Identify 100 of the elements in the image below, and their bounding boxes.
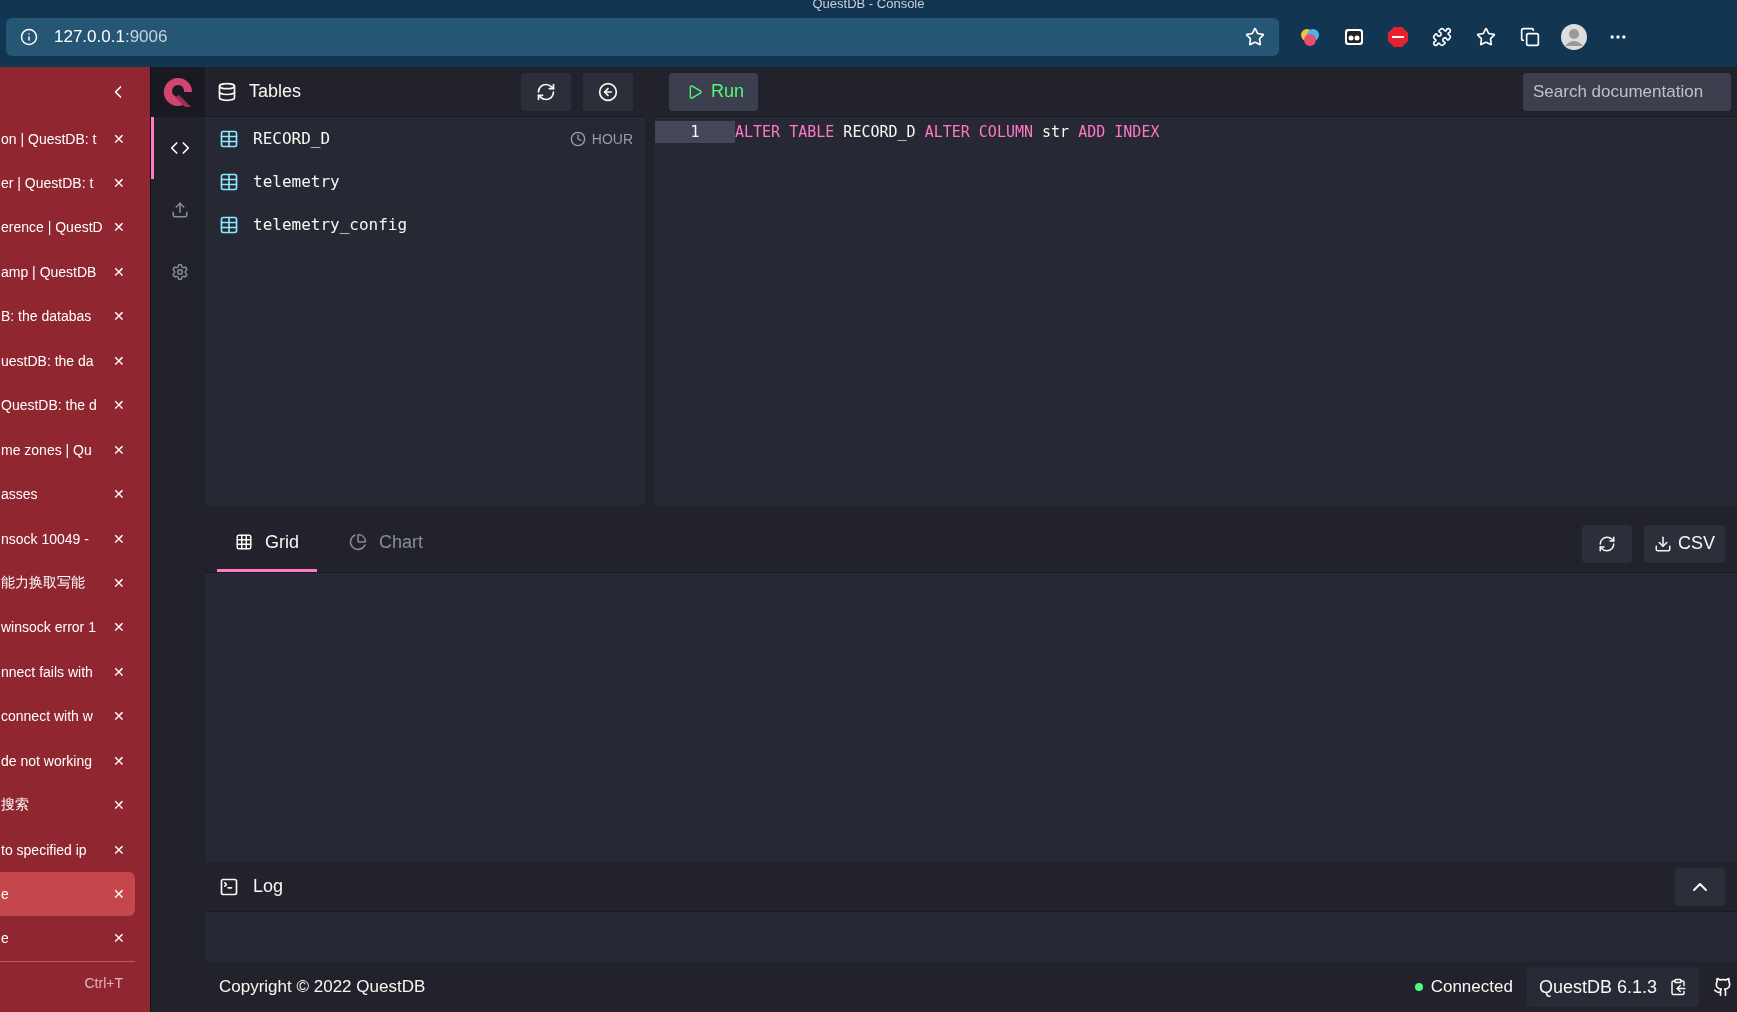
- browser-tab[interactable]: winsock error 1 ✕: [0, 605, 135, 650]
- tab-title: asses: [0, 486, 38, 503]
- tab-title: er | QuestDB: t: [0, 175, 94, 191]
- grid-icon: [235, 533, 253, 551]
- tab-title: e: [0, 886, 9, 902]
- stop-sign-icon[interactable]: [1385, 24, 1411, 50]
- tab-title: on | QuestDB: t: [0, 130, 97, 147]
- info-icon[interactable]: [20, 28, 38, 46]
- browser-tab[interactable]: erence | QuestD ✕: [0, 205, 135, 250]
- tab-title: e: [0, 930, 9, 947]
- play-icon: [687, 83, 703, 100]
- close-icon[interactable]: ✕: [113, 263, 125, 280]
- tab-title: B: the databas: [0, 308, 92, 325]
- browser-tab[interactable]: 搜索 ✕: [0, 782, 135, 828]
- version-badge[interactable]: QuestDB 6.1.3: [1526, 967, 1699, 1007]
- close-icon[interactable]: ✕: [113, 886, 125, 902]
- close-icon[interactable]: ✕: [113, 619, 125, 636]
- close-icon[interactable]: ✕: [113, 441, 125, 458]
- tab-title: connect with w: [0, 708, 93, 725]
- search-field[interactable]: Search documentation: [1523, 72, 1731, 111]
- browser-tab[interactable]: e ✕: [0, 916, 135, 961]
- close-icon[interactable]: ✕: [113, 574, 125, 591]
- table-item[interactable]: telemetry_config: [205, 203, 645, 246]
- download-icon: [1654, 534, 1672, 553]
- browser-tab[interactable]: 能力换取写能 ✕: [0, 560, 135, 606]
- close-icon[interactable]: ✕: [113, 752, 125, 769]
- browser-tab[interactable]: on | QuestDB: t ✕: [0, 116, 135, 161]
- avatar-icon[interactable]: [1561, 24, 1587, 50]
- favorite-icon[interactable]: [1245, 27, 1265, 47]
- close-icon[interactable]: ✕: [113, 175, 125, 191]
- expand-button[interactable]: [1675, 867, 1725, 906]
- chevron-up-icon: [1693, 882, 1707, 891]
- browser-tab[interactable]: me zones | Qu ✕: [0, 427, 135, 472]
- line-number: 1: [655, 121, 735, 143]
- run-button[interactable]: Run: [669, 72, 759, 111]
- close-icon[interactable]: ✕: [113, 486, 125, 503]
- close-icon[interactable]: ✕: [113, 841, 125, 858]
- browser-tab[interactable]: to specified ip ✕: [0, 827, 135, 872]
- tab-title: 搜索: [0, 796, 29, 815]
- tab-title: 能力换取写能: [0, 573, 85, 592]
- browser-tab[interactable]: nsock 10049 - ✕: [0, 516, 135, 561]
- close-icon[interactable]: ✕: [113, 663, 125, 680]
- panel-title: Log: [253, 876, 285, 897]
- tab-title: erence | QuestD: [0, 219, 103, 236]
- copy-icon[interactable]: [1669, 978, 1687, 996]
- browser-tab[interactable]: uestDB: the da ✕: [0, 338, 135, 383]
- close-icon[interactable]: ✕: [113, 352, 125, 369]
- browser-tab[interactable]: connect with w ✕: [0, 694, 135, 739]
- close-icon[interactable]: ✕: [113, 130, 125, 147]
- logo-icon: [161, 75, 195, 109]
- connection-status: Connected: [1430, 977, 1513, 997]
- panel-title: Tables: [249, 81, 303, 102]
- close-icon[interactable]: ✕: [113, 397, 125, 414]
- browser-tab[interactable]: B: the databas ✕: [0, 294, 135, 339]
- partition-label: HOUR: [591, 130, 633, 147]
- tab-title: QuestDB: the d: [0, 397, 97, 414]
- browser-tab[interactable]: nnect fails with ✕: [0, 649, 135, 695]
- terminal-icon: [219, 876, 239, 897]
- tab-title: winsock error 1: [0, 619, 96, 636]
- refresh-button[interactable]: [521, 72, 571, 111]
- shortcut-hint: Ctrl+T: [84, 974, 123, 991]
- tab-title: nnect fails with: [0, 663, 93, 680]
- back-button[interactable]: [583, 72, 633, 111]
- tab-title: nsock 10049 -: [0, 530, 89, 547]
- tab-title: to specified ip: [0, 841, 87, 858]
- back-icon: [598, 81, 618, 102]
- csv-button[interactable]: CSV: [1644, 524, 1725, 563]
- browser-tab[interactable]: QuestDB: the d ✕: [0, 383, 135, 428]
- table-name: telemetry: [253, 172, 341, 191]
- tab-title: amp | QuestDB: [0, 263, 97, 280]
- pie-chart-icon: [349, 533, 367, 551]
- database-icon: [217, 81, 237, 102]
- browser-tab[interactable]: e ✕: [0, 871, 135, 917]
- browser-tab[interactable]: er | QuestDB: t ✕: [0, 160, 135, 206]
- table-icon: [219, 128, 239, 149]
- tab-title: uestDB: the da: [0, 352, 94, 369]
- close-icon[interactable]: ✕: [113, 708, 125, 725]
- table-icon: [219, 214, 239, 235]
- table-name: RECORD_D: [253, 129, 332, 148]
- tab-title: me zones | Qu: [0, 441, 92, 458]
- close-icon[interactable]: ✕: [113, 219, 125, 236]
- copyright-text: Copyright © 2022 QuestDB: [219, 977, 427, 997]
- close-icon[interactable]: ✕: [113, 308, 125, 325]
- url-text: 127.0.0.1:9006: [54, 27, 168, 47]
- github-icon[interactable]: [1713, 977, 1733, 997]
- browser-tab[interactable]: de not working ✕: [0, 738, 135, 783]
- table-name: telemetry_config: [253, 215, 409, 234]
- table-item[interactable]: telemetry: [205, 160, 645, 203]
- refresh-button[interactable]: [1582, 524, 1632, 563]
- browser-tab[interactable]: asses ✕: [0, 471, 135, 517]
- code-line: ALTER TABLE RECORD_D ALTER COLUMN str ADD INDEX: [735, 123, 1160, 141]
- table-icon: [219, 171, 239, 192]
- close-icon[interactable]: ✕: [113, 797, 125, 814]
- address-bar[interactable]: 127.0.0.1:9006: [6, 18, 1279, 56]
- close-icon[interactable]: ✕: [113, 930, 125, 947]
- close-icon[interactable]: ✕: [113, 530, 125, 547]
- table-item[interactable]: RECORD_D HOUR: [205, 117, 645, 160]
- result-tab[interactable]: Chart: [331, 515, 442, 572]
- browser-tab[interactable]: amp | QuestDB ✕: [0, 249, 135, 295]
- clock-icon: [569, 130, 586, 147]
